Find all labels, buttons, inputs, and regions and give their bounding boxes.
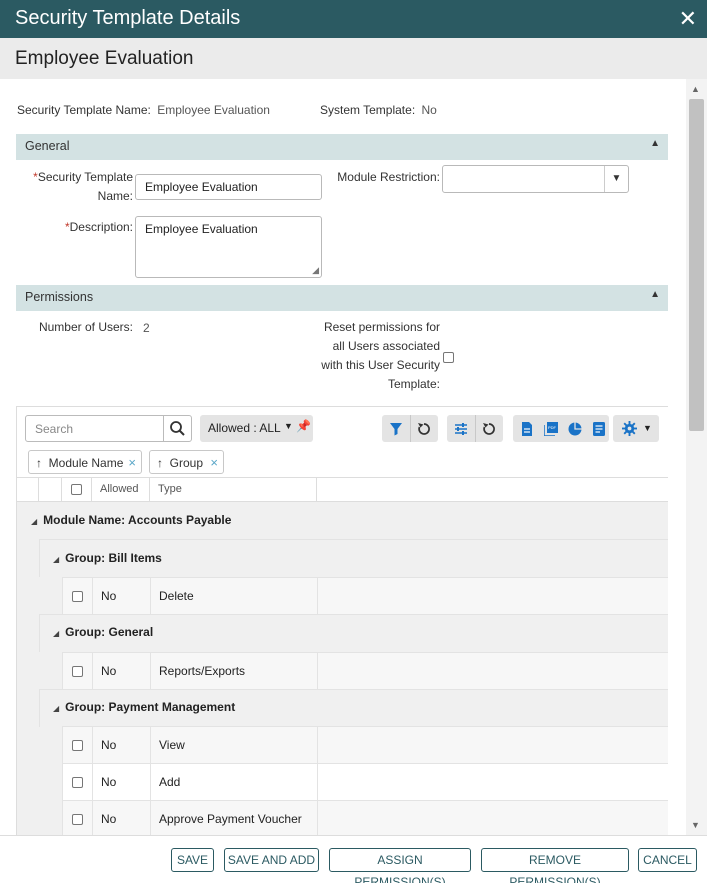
group-chip-module-name[interactable]: ↑ Module Name ×: [28, 450, 142, 474]
allowed-filter-pill[interactable]: Allowed : ALL ▼ 📌: [200, 415, 313, 442]
summary-name-value: Employee Evaluation: [157, 103, 270, 117]
collapse-triangle-icon[interactable]: ◢: [31, 517, 37, 526]
save-button[interactable]: SAVE: [171, 848, 214, 872]
cell-type: Delete: [150, 578, 317, 614]
collapse-triangle-icon[interactable]: ◢: [53, 704, 59, 713]
collapse-caret-icon[interactable]: ▲: [650, 289, 660, 300]
permissions-grid: Search Allowed : ALL ▼ 📌 PDF ▼ ↑ Module …: [16, 406, 668, 835]
description-label: *Description:: [64, 220, 133, 234]
remove-chip-icon[interactable]: ×: [128, 455, 136, 470]
row-checkbox[interactable]: [72, 740, 83, 751]
save-and-add-button[interactable]: SAVE AND ADD: [224, 848, 319, 872]
pin-icon[interactable]: 📌: [296, 419, 311, 433]
description-textarea[interactable]: Employee Evaluation ◢: [135, 216, 322, 278]
reset-columns-icon[interactable]: [475, 415, 503, 442]
chevron-down-icon[interactable]: ▼: [604, 166, 628, 192]
collapse-triangle-icon[interactable]: ◢: [53, 555, 59, 564]
summary-system-template: System Template: No: [320, 103, 437, 117]
dialog-titlebar: Security Template Details ✕: [0, 0, 707, 38]
template-name-input[interactable]: Employee Evaluation: [135, 174, 322, 200]
cell-type: Add: [150, 764, 317, 800]
summary-template-name: Security Template Name: Employee Evaluat…: [17, 103, 270, 117]
table-row[interactable]: No Reports/Exports: [62, 652, 668, 689]
sort-arrow-icon: ↑: [36, 456, 42, 470]
cell-allowed: No: [92, 578, 150, 614]
page-subheader: Employee Evaluation: [0, 38, 707, 79]
search-button[interactable]: [163, 416, 191, 441]
group-chip-group[interactable]: ↑ Group ×: [149, 450, 224, 474]
cell-type: Reports/Exports: [150, 653, 317, 689]
row-checkbox[interactable]: [72, 666, 83, 677]
remove-permissions-button[interactable]: REMOVE PERMISSION(S): [481, 848, 629, 883]
module-group-row[interactable]: ◢ Module Name: Accounts Payable: [31, 513, 231, 527]
scrollbar-thumb[interactable]: [689, 99, 704, 431]
module-restriction-label: Module Restriction:: [337, 170, 440, 184]
scroll-up-icon[interactable]: ▲: [691, 84, 700, 94]
search-input[interactable]: Search: [35, 422, 73, 436]
cell-allowed: No: [92, 801, 150, 835]
remove-chip-icon[interactable]: ×: [210, 455, 218, 470]
grid-header: Allowed Type: [17, 477, 668, 502]
row-checkbox[interactable]: [72, 777, 83, 788]
column-header-allowed[interactable]: Allowed: [92, 478, 150, 502]
summary-system-label: System Template:: [320, 103, 416, 117]
search-icon: [170, 421, 185, 436]
dialog-footer: SAVE SAVE AND ADD ASSIGN PERMISSION(S) R…: [0, 835, 707, 883]
row-checkbox[interactable]: [72, 591, 83, 602]
cell-type: View: [150, 727, 317, 763]
assign-permissions-button[interactable]: ASSIGN PERMISSION(S): [329, 848, 471, 883]
svg-text:PDF: PDF: [548, 425, 557, 430]
reset-permissions-label: Reset permissions for all Users associat…: [321, 320, 440, 391]
group-row-general[interactable]: ◢ Group: General: [53, 625, 153, 639]
general-section-title: General: [25, 139, 70, 153]
table-row[interactable]: No View: [62, 726, 668, 763]
report-icon[interactable]: [585, 415, 613, 442]
module-restriction-select[interactable]: ▼: [442, 165, 629, 193]
resize-handle-icon[interactable]: ◢: [312, 265, 319, 276]
dialog-title: Security Template Details: [15, 7, 241, 29]
group-row-bill-items[interactable]: ◢ Group: Bill Items: [53, 551, 162, 565]
caret-down-icon: ▼: [284, 421, 293, 431]
group-row-payment-management[interactable]: ◢ Group: Payment Management: [53, 700, 235, 714]
table-row[interactable]: No Delete: [62, 577, 668, 614]
close-icon[interactable]: ✕: [679, 8, 697, 30]
permissions-section-title: Permissions: [25, 290, 94, 304]
reset-filter-icon[interactable]: [410, 415, 438, 442]
number-of-users-label: Number of Users:: [38, 320, 133, 334]
filter-icon[interactable]: [382, 415, 410, 442]
cell-type: Approve Payment Voucher: [150, 801, 317, 835]
vertical-scrollbar[interactable]: ▲ ▼: [686, 79, 707, 835]
sort-arrow-icon: ↑: [157, 456, 163, 470]
page-title: Employee Evaluation: [15, 48, 194, 69]
template-name-label: *Security Template Name:: [33, 170, 133, 203]
permissions-section-header[interactable]: Permissions ▲: [16, 285, 668, 311]
cell-allowed: No: [92, 653, 150, 689]
collapse-triangle-icon[interactable]: ◢: [53, 629, 59, 638]
table-row[interactable]: No Add: [62, 763, 668, 800]
column-settings-icon[interactable]: [447, 415, 475, 442]
summary-system-value: No: [421, 103, 437, 117]
collapse-caret-icon[interactable]: ▲: [650, 138, 660, 149]
gear-icon[interactable]: [615, 415, 643, 442]
settings-toolbar-group[interactable]: ▼: [613, 415, 659, 442]
row-checkbox[interactable]: [72, 814, 83, 825]
columns-toolbar-group: [447, 415, 503, 442]
reset-permissions-checkbox[interactable]: [443, 352, 454, 363]
scroll-down-icon[interactable]: ▼: [691, 820, 700, 830]
filter-toolbar-group: [382, 415, 438, 442]
general-section-header[interactable]: General ▲: [16, 134, 668, 160]
chevron-down-icon[interactable]: ▼: [643, 423, 652, 433]
select-all-checkbox[interactable]: [71, 484, 82, 495]
summary-name-label: Security Template Name:: [17, 103, 151, 117]
cell-allowed: No: [92, 727, 150, 763]
cell-allowed: No: [92, 764, 150, 800]
table-row[interactable]: No Approve Payment Voucher: [62, 800, 668, 835]
dialog-content: Security Template Name: Employee Evaluat…: [0, 79, 686, 835]
grid-search: Search: [25, 415, 192, 442]
number-of-users-value: 2: [143, 321, 150, 335]
cancel-button[interactable]: CANCEL: [638, 848, 697, 872]
export-toolbar-group: PDF: [513, 415, 609, 442]
column-header-type[interactable]: Type: [150, 478, 317, 502]
